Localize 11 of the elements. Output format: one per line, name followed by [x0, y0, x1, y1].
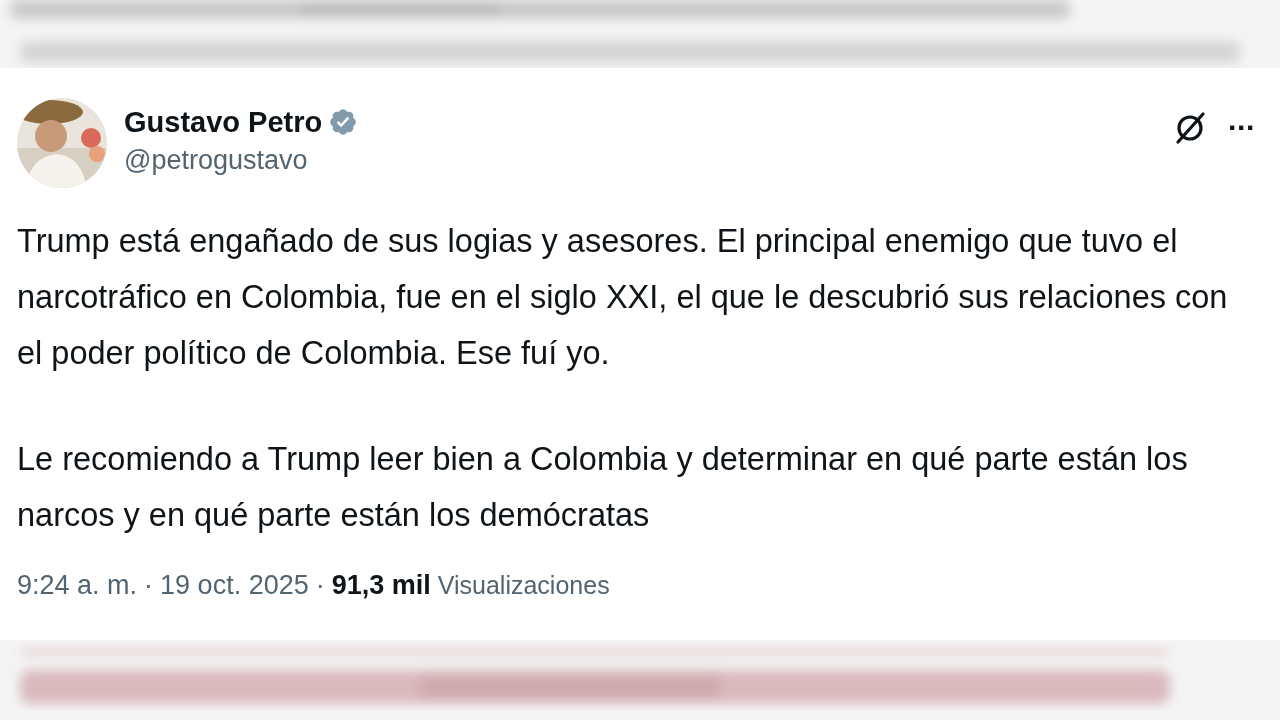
- post-time[interactable]: 9:24 a. m.: [17, 567, 138, 603]
- author-handle[interactable]: @petrogustavo: [124, 142, 359, 178]
- views-count: 91,3 mil: [331, 569, 431, 602]
- more-button[interactable]: ···: [1228, 113, 1255, 143]
- post-date[interactable]: 19 oct. 2025: [160, 567, 309, 603]
- views-label: Visualizaciones: [437, 570, 610, 601]
- separator-dot: ·: [315, 569, 325, 602]
- author-name[interactable]: Gustavo Petro: [124, 104, 323, 140]
- post-text: Le recomiendo a Trump leer bien a Colombia y determinar en qué parte están los narcos y en qué parte están los demócratas: [17, 440, 1189, 535]
- separator-dot: ·: [144, 569, 154, 602]
- post-text: Trump está engañado de sus logias y asesores. El principal enemigo que tuvo el narcotráfico en Colombia, fue en el siglo XXI, el que le descubrió sus relaciones con el poder político de Colombia. Ese fuí yo.: [17, 222, 1229, 373]
